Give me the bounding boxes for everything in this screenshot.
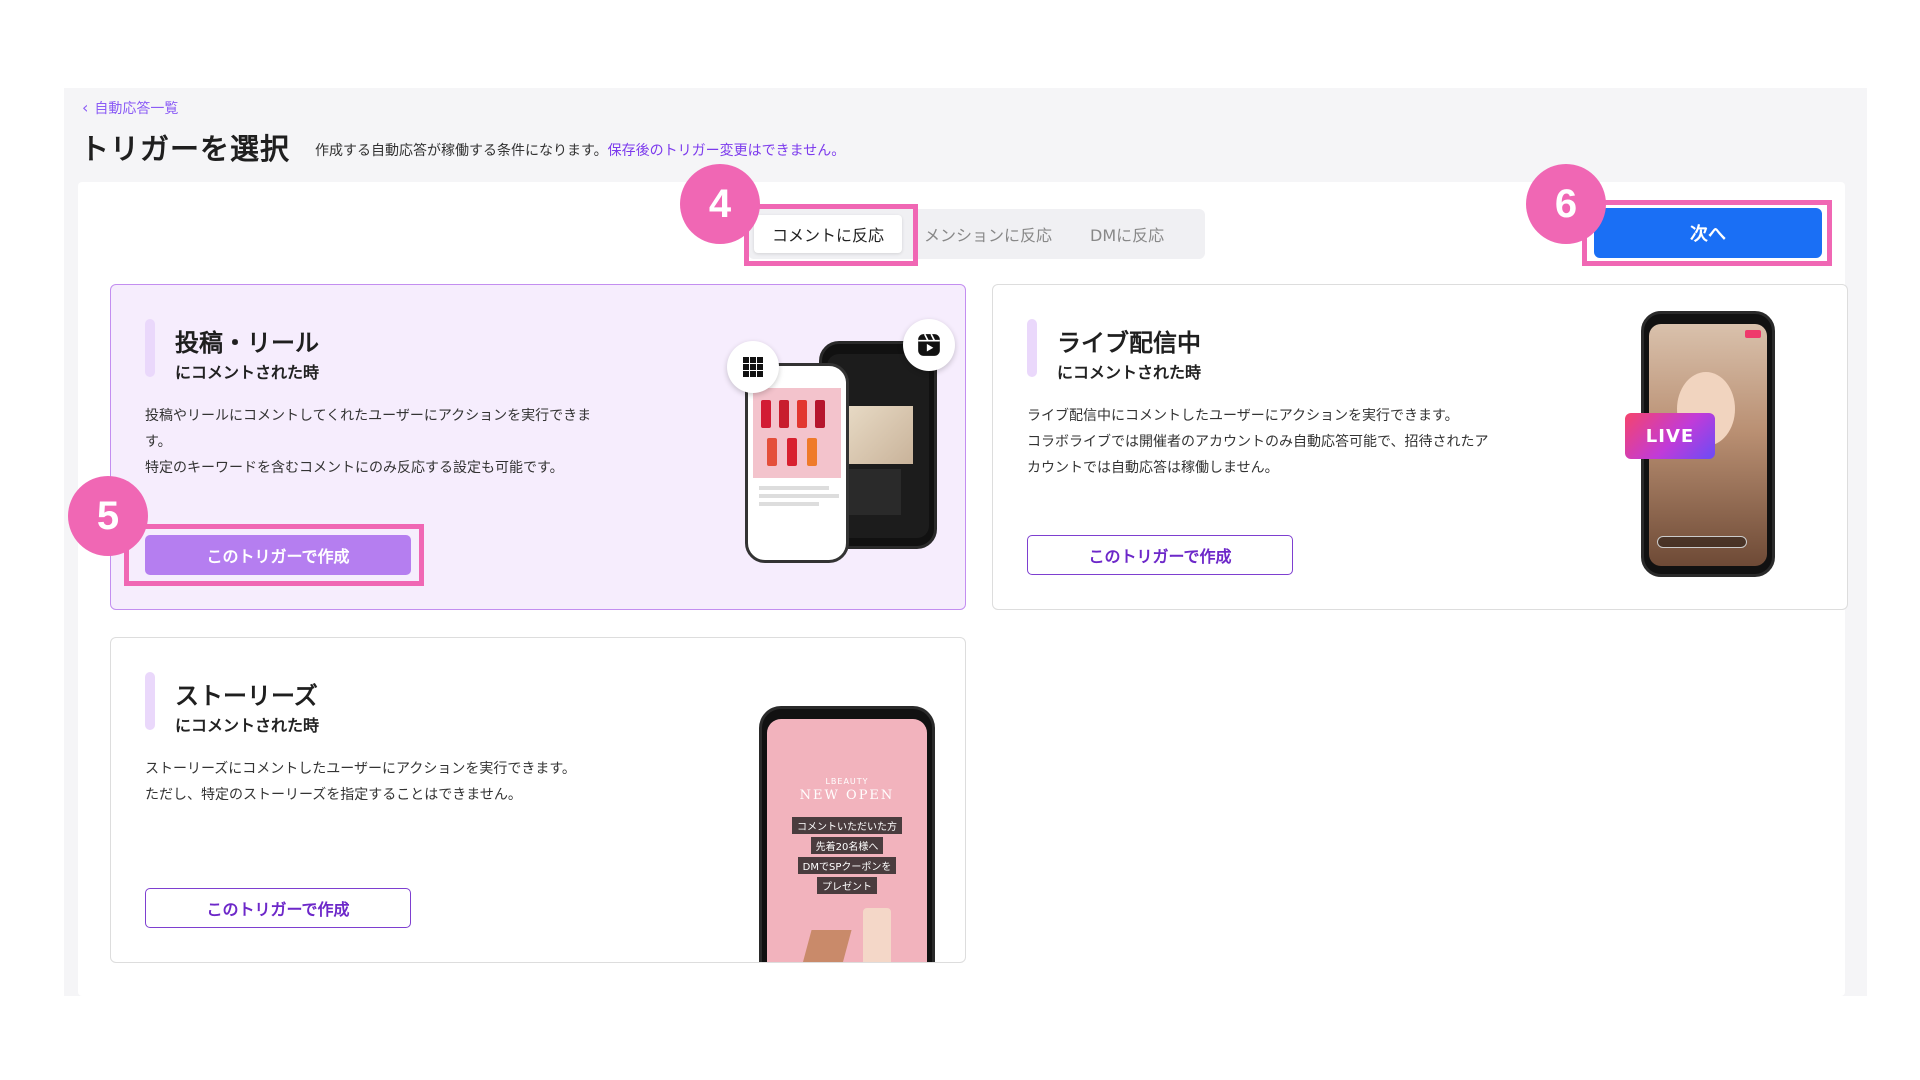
story-phone-image: LBEAUTY NEW OPEN コメントいただいた方 先着20名様へ DMでS…: [759, 706, 935, 962]
chevron-left-icon: ‹: [82, 98, 89, 117]
desc-line: ただし、特定のストーリーズを指定することはできません。: [145, 787, 522, 803]
card-title: ストーリーズ: [175, 682, 318, 710]
desc-line: コラボライブでは開催者のアカウントのみ自動応答可能で、招待されたア: [1027, 434, 1489, 450]
desc-line: 投稿やリールにコメントしてくれたユーザーにアクションを実行できま: [145, 408, 592, 424]
back-link-label: 自動応答一覧: [94, 101, 179, 117]
story-line: DMでSPクーポンを: [797, 857, 897, 874]
warning-text: 保存後のトリガー変更はできません。: [607, 143, 846, 159]
card-description: 投稿やリールにコメントしてくれたユーザーにアクションを実行できま す。 特定のキ…: [145, 403, 665, 481]
desc-line: カウントでは自動応答は稼働しません。: [1027, 460, 1279, 476]
grid-icon: [727, 341, 779, 393]
tab-mention[interactable]: メンションに反応: [908, 215, 1068, 253]
card-title: ライブ配信中: [1057, 329, 1201, 357]
reel-thumbnail: [841, 406, 913, 464]
create-with-trigger-button[interactable]: このトリガーで作成: [145, 888, 411, 928]
create-with-trigger-button[interactable]: このトリガーで作成: [1027, 535, 1293, 575]
tab-dm[interactable]: DMに反応: [1074, 215, 1180, 253]
step-marker-6: 6: [1526, 164, 1606, 244]
reels-icon: [903, 319, 955, 371]
post-phone-image: [745, 363, 849, 563]
page-title: トリガーを選択: [80, 132, 291, 166]
highlight-create-button: [124, 524, 424, 586]
step-marker-4: 4: [680, 164, 760, 244]
card-accent-bar: [145, 319, 155, 377]
desc-line: す。: [145, 434, 172, 450]
highlight-tab-comment: [744, 204, 918, 266]
card-description: ライブ配信中にコメントしたユーザーにアクションを実行できます。 コラボライブでは…: [1027, 403, 1547, 481]
desc-line: 特定のキーワードを含むコメントにのみ反応する設定も可能です。: [145, 460, 564, 476]
cosmetic-product-shape: [802, 930, 852, 962]
card-subtitle: にコメントされた時: [175, 363, 320, 382]
page-description: 作成する自動応答が稼働する条件になります。保存後のトリガー変更はできません。: [315, 140, 845, 160]
post-image-nail-polish: [753, 388, 841, 478]
desc-line: ストーリーズにコメントしたユーザーにアクションを実行できます。: [145, 761, 576, 777]
card-accent-bar: [145, 672, 155, 730]
story-line: 先着20名様へ: [810, 837, 884, 854]
description-text: 作成する自動応答が稼働する条件になります。: [315, 143, 608, 159]
card-description: ストーリーズにコメントしたユーザーにアクションを実行できます。 ただし、特定のス…: [145, 756, 665, 808]
card-accent-bar: [1027, 319, 1037, 377]
step-marker-5: 5: [68, 476, 148, 556]
desc-line: ライブ配信中にコメントしたユーザーにアクションを実行できます。: [1027, 408, 1459, 424]
card-subtitle: にコメントされた時: [175, 716, 320, 735]
reel-thumbnail-dark: [841, 469, 901, 515]
live-badge: LIVE: [1625, 413, 1715, 459]
highlight-next-button: [1582, 200, 1832, 266]
card-stories[interactable]: ストーリーズ にコメントされた時 ストーリーズにコメントしたユーザーにアクション…: [110, 637, 966, 963]
card-title: 投稿・リール: [175, 329, 319, 357]
card-subtitle: にコメントされた時: [1057, 363, 1202, 382]
story-line: プレゼント: [817, 877, 877, 894]
story-headline: NEW OPEN: [799, 788, 895, 803]
cosmetic-bottle-shape: [863, 908, 891, 962]
back-link[interactable]: ‹ 自動応答一覧: [82, 98, 178, 118]
story-brand: LBEAUTY: [825, 777, 869, 786]
story-line: コメントいただいた方: [792, 817, 902, 834]
card-live[interactable]: ライブ配信中 にコメントされた時 ライブ配信中にコメントしたユーザーにアクション…: [992, 284, 1848, 610]
